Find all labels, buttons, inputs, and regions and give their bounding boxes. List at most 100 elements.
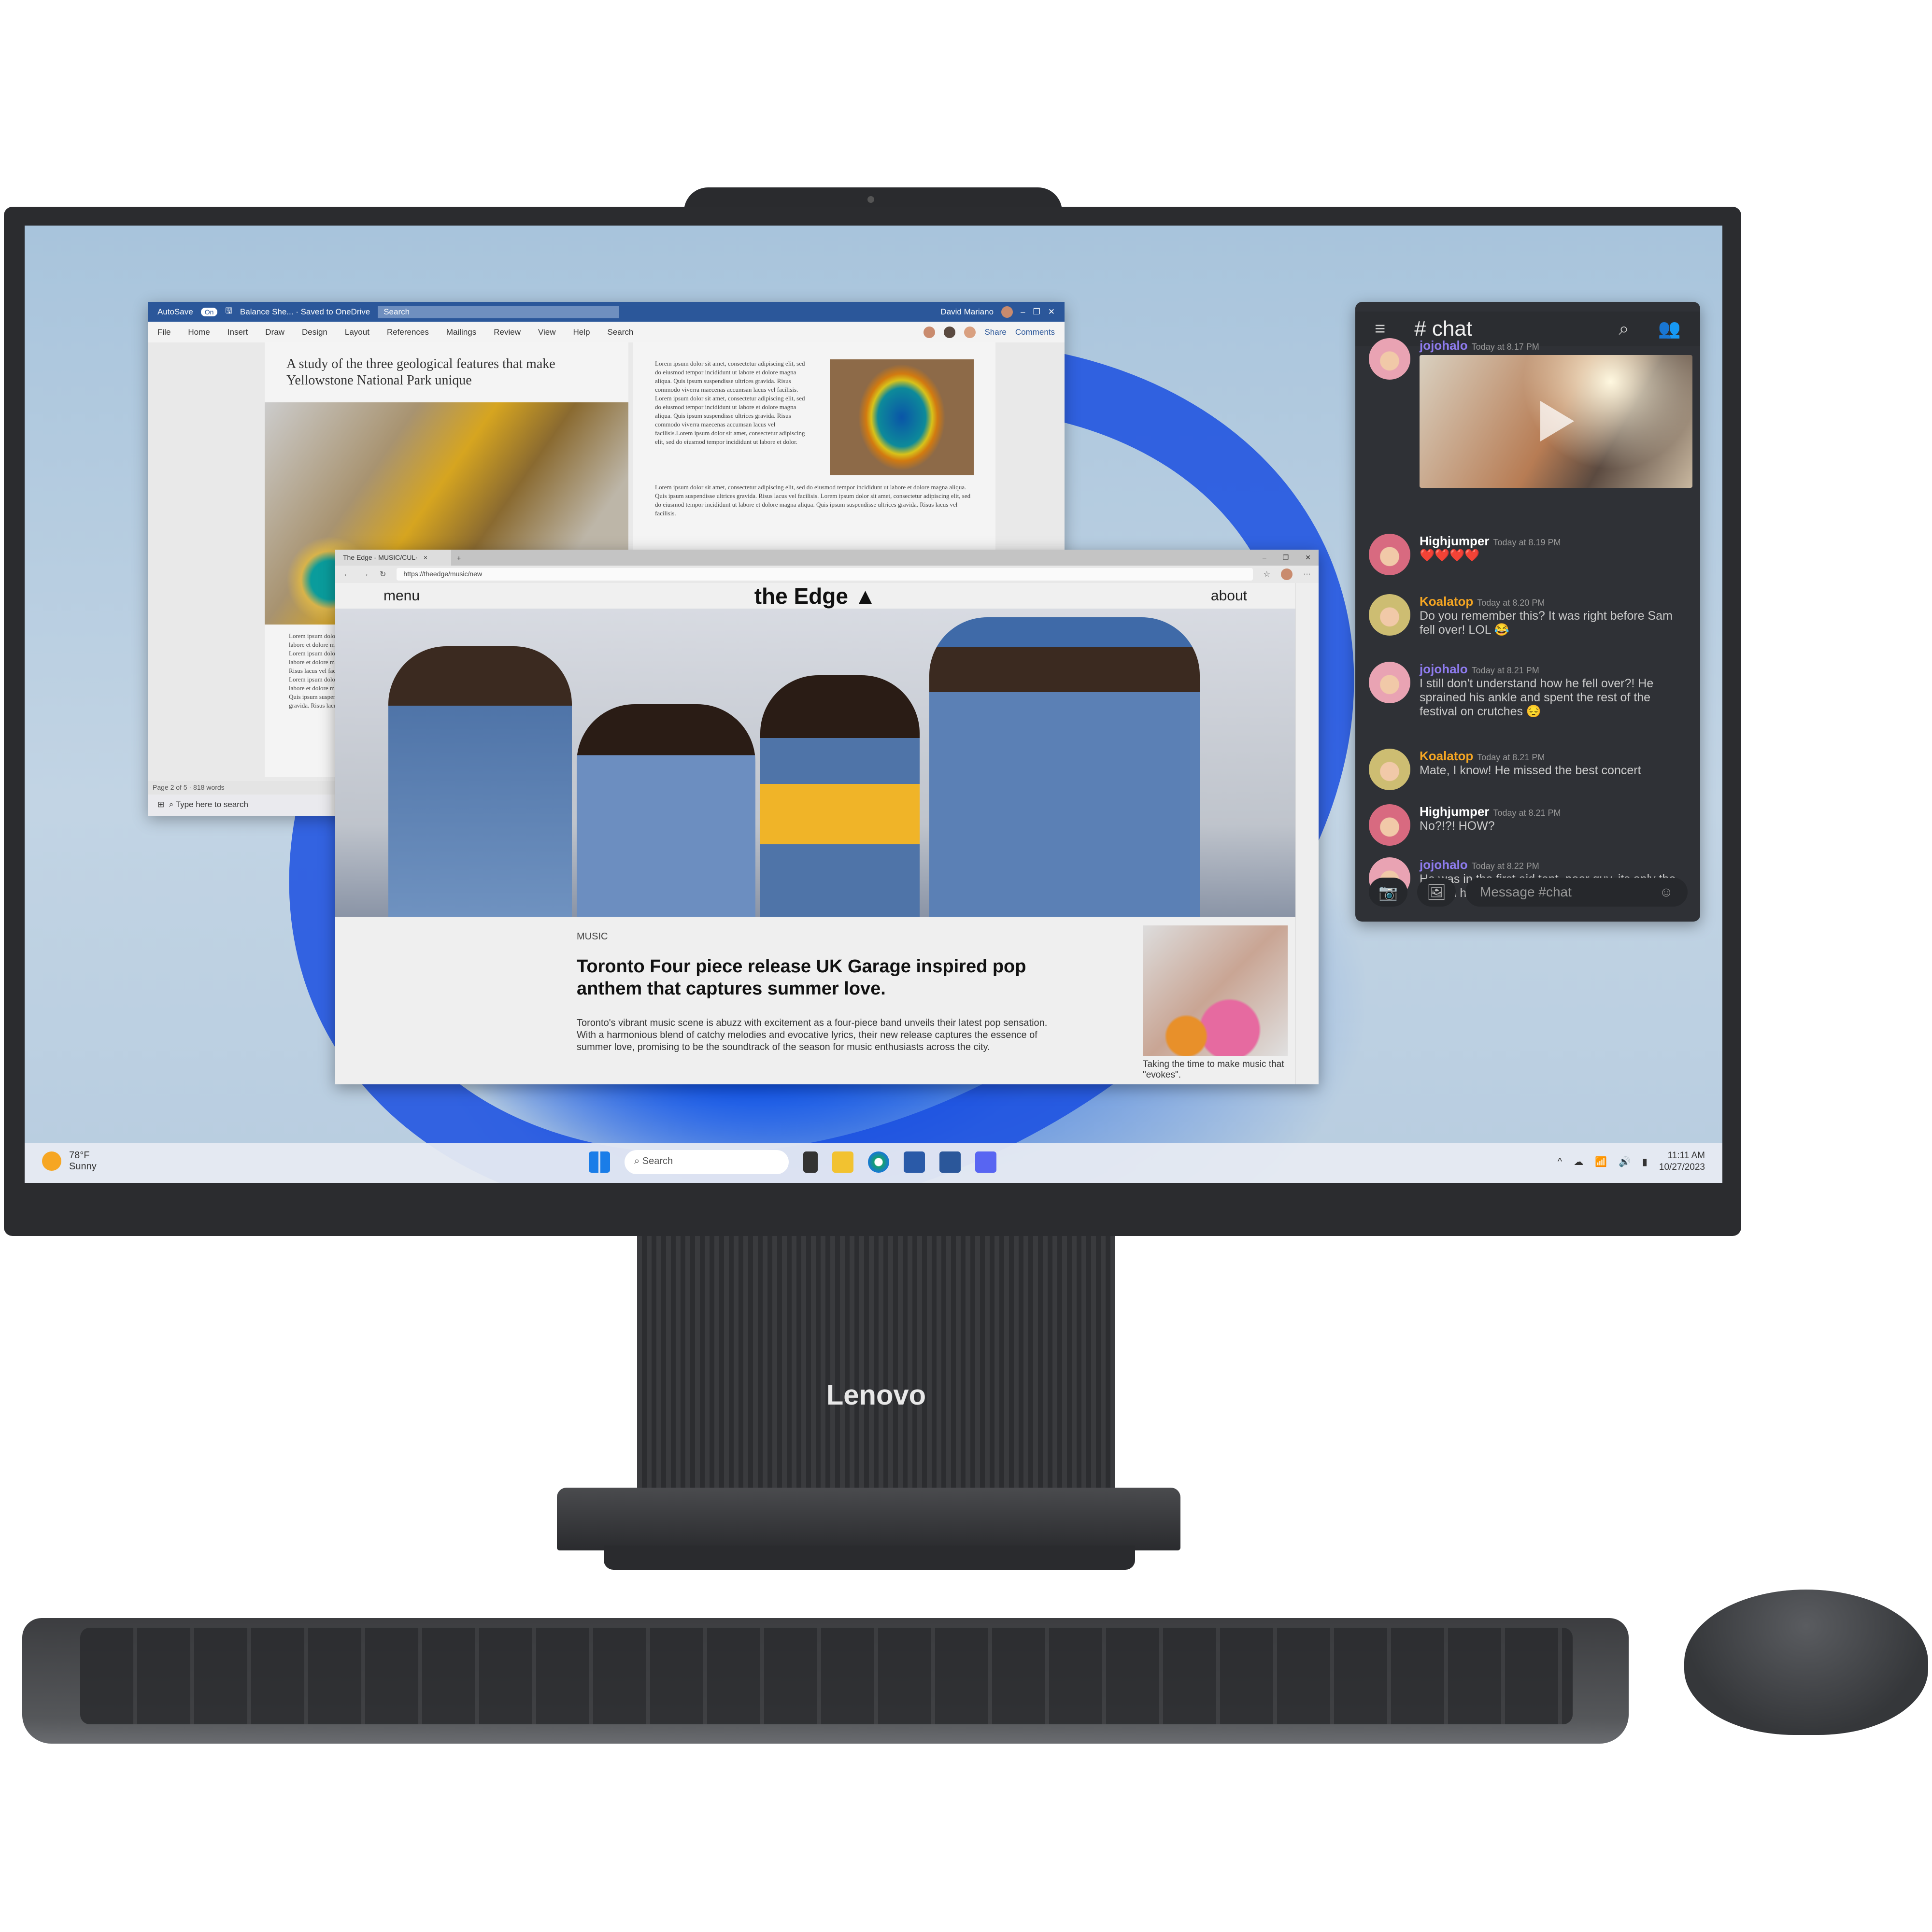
wifi-icon[interactable]: 📶 (1595, 1156, 1607, 1168)
ribbon-search[interactable]: Search (608, 327, 634, 337)
message-author[interactable]: Koalatop (1420, 749, 1473, 763)
browser-sidebar[interactable] (1295, 583, 1319, 1084)
camera-button[interactable]: 📷 (1369, 878, 1407, 907)
article-headline[interactable]: Toronto Four piece release UK Garage ins… (577, 955, 1069, 1000)
ribbon-tab[interactable]: Design (302, 327, 327, 337)
volume-icon[interactable]: 🔊 (1619, 1156, 1631, 1168)
chevron-up-icon[interactable]: ^ (1558, 1156, 1562, 1167)
chat-message[interactable]: jojohalo Today at 8.17 PM (1369, 338, 1692, 488)
task-view-icon[interactable] (803, 1151, 818, 1173)
ribbon-tab[interactable]: View (538, 327, 556, 337)
forward-icon[interactable]: → (361, 570, 369, 579)
ribbon-tab[interactable]: References (387, 327, 429, 337)
browser-tab[interactable]: The Edge - MUSIC/CUL· × (335, 550, 451, 566)
back-icon[interactable]: ← (343, 570, 351, 579)
restore-icon[interactable]: ❐ (1283, 554, 1289, 562)
close-tab-icon[interactable]: × (424, 554, 427, 562)
message-input[interactable]: Message #chat ☺ (1465, 878, 1688, 907)
members-icon[interactable]: 👥 (1658, 318, 1681, 340)
message-author[interactable]: Highjumper (1420, 804, 1489, 819)
taskbar-search[interactable]: ⌕ Search (625, 1150, 789, 1174)
thumbnail-caption: Taking the time to make music that "evok… (1143, 1059, 1284, 1080)
hero-band-photo (335, 609, 1295, 917)
message-time: Today at 8.22 PM (1471, 861, 1539, 871)
avatar[interactable] (1369, 662, 1410, 703)
play-icon[interactable] (1540, 401, 1574, 441)
article-body: Toronto's vibrant music scene is abuzz w… (577, 1018, 1048, 1052)
article-category[interactable]: MUSIC (577, 931, 608, 942)
collaborator-avatar[interactable] (944, 326, 956, 338)
avatar[interactable] (1001, 306, 1013, 318)
file-explorer-icon[interactable] (832, 1151, 853, 1173)
message-author[interactable]: Highjumper (1420, 534, 1489, 548)
browser-window[interactable]: The Edge - MUSIC/CUL· × + – ❐ ✕ ← → ↻ https… (335, 550, 1319, 1084)
avatar[interactable] (1369, 594, 1410, 636)
message-author[interactable]: jojohalo (1420, 338, 1468, 353)
message-text: ❤️❤️❤️❤️ (1420, 549, 1480, 562)
profile-avatar[interactable] (1281, 568, 1293, 580)
avatar[interactable] (1369, 749, 1410, 790)
band-member (760, 675, 920, 917)
ribbon-tab[interactable]: File (157, 327, 170, 337)
save-icon[interactable]: 🖫 (225, 305, 232, 319)
onedrive-icon[interactable]: ☁ (1574, 1156, 1583, 1168)
comments-button[interactable]: Comments (1015, 327, 1055, 337)
video-attachment[interactable] (1420, 355, 1692, 488)
ribbon-tab[interactable]: Home (188, 327, 210, 337)
emoji-icon[interactable]: ☺ (1659, 884, 1673, 900)
clock[interactable]: 11:11 AM 10/27/2023 (1659, 1150, 1705, 1173)
nav-about-link[interactable]: about (1211, 588, 1247, 604)
new-tab-icon[interactable]: + (451, 554, 467, 562)
chat-window[interactable]: ≡ # chat ⌕ 👥 jojohalo Today at 8.17 PM Hi… (1355, 302, 1700, 922)
url-input[interactable]: https://theedge/music/new (397, 568, 1253, 581)
chat-message[interactable]: jojohalo Today at 8.21 PM I still don't u… (1369, 662, 1688, 719)
message-author[interactable]: Koalatop (1420, 594, 1473, 609)
minimize-icon[interactable]: – (1263, 554, 1266, 562)
ribbon-tab[interactable]: Help (573, 327, 590, 337)
chat-message[interactable]: Highjumper Today at 8.19 PM ❤️❤️❤️❤️ (1369, 534, 1688, 575)
ribbon-tab[interactable]: Mailings (446, 327, 476, 337)
collaborator-avatar[interactable] (964, 326, 976, 338)
image-button[interactable]: 🖼 (1417, 878, 1456, 907)
more-icon[interactable]: ··· (1303, 570, 1311, 579)
ribbon-tab[interactable]: Insert (227, 327, 248, 337)
favorite-icon[interactable]: ☆ (1264, 569, 1270, 579)
search-icon[interactable]: ⌕ (1619, 319, 1629, 340)
temperature: 78°F (69, 1150, 90, 1161)
nav-menu-link[interactable]: menu (384, 588, 420, 604)
weather-widget[interactable]: 78°F Sunny (42, 1150, 97, 1172)
ribbon-tab[interactable]: Layout (345, 327, 369, 337)
article-thumbnail[interactable] (1143, 925, 1288, 1056)
minimize-icon[interactable]: – (1021, 307, 1025, 317)
chat-message[interactable]: Highjumper Today at 8.21 PM No?!?! HOW? (1369, 804, 1688, 846)
hamburger-menu-icon[interactable]: ≡ (1375, 319, 1385, 340)
site-logo[interactable]: the Edge ▲ (754, 583, 877, 609)
word-icon[interactable] (939, 1151, 961, 1173)
avatar[interactable] (1369, 534, 1410, 575)
stand-foot (604, 1546, 1135, 1570)
close-icon[interactable]: ✕ (1048, 307, 1055, 317)
word-search-box[interactable]: Search (378, 305, 620, 318)
avatar[interactable] (1369, 338, 1410, 380)
ribbon-tab[interactable]: Draw (265, 327, 284, 337)
battery-icon[interactable]: ▮ (1642, 1156, 1648, 1168)
ribbon-tab[interactable]: Review (494, 327, 521, 337)
store-icon[interactable] (904, 1151, 925, 1173)
chat-message[interactable]: Koalatop Today at 8.20 PM Do you remember… (1369, 594, 1688, 637)
message-author[interactable]: jojohalo (1420, 857, 1468, 872)
autosave-toggle[interactable]: On (200, 307, 218, 316)
doc-name[interactable]: Balance She... · Saved to OneDrive (240, 307, 370, 317)
collaborator-avatar[interactable] (923, 326, 936, 338)
start-icon[interactable] (589, 1151, 610, 1173)
message-text: No?!?! HOW? (1420, 819, 1495, 833)
edge-icon[interactable] (868, 1151, 889, 1173)
avatar[interactable] (1369, 804, 1410, 846)
chat-message[interactable]: Koalatop Today at 8.21 PM Mate, I know! H… (1369, 749, 1688, 790)
restore-icon[interactable]: ❐ (1033, 307, 1040, 317)
message-author[interactable]: jojohalo (1420, 662, 1468, 676)
old-taskbar-search[interactable]: ⊞ ⌕ Type here to search (148, 795, 331, 816)
chat-app-icon[interactable] (975, 1151, 996, 1173)
refresh-icon[interactable]: ↻ (380, 569, 386, 579)
share-button[interactable]: Share (984, 327, 1006, 337)
close-icon[interactable]: ✕ (1305, 554, 1311, 562)
